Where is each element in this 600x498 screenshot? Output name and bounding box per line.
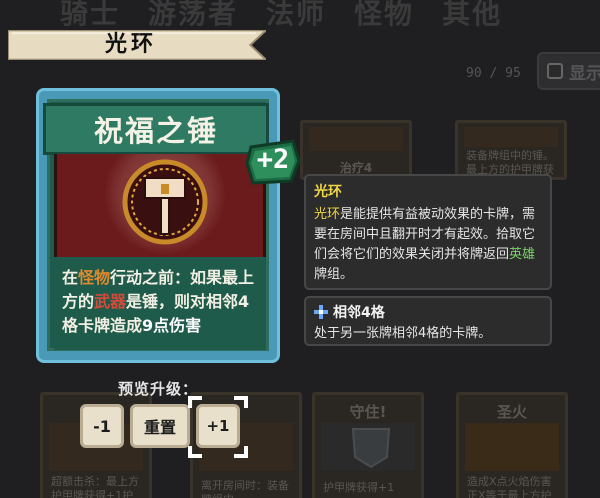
bg-card-desc: 超额击杀：最上方护甲牌获得+1护	[51, 475, 139, 498]
bg-card-desc: 造成X点火焰伤害正X等于最上方护甲牌	[467, 475, 552, 498]
tab-other[interactable]: 其他	[442, 0, 502, 30]
card-title-bar: 祝福之锤	[43, 103, 269, 155]
tab-knight[interactable]: 骑士	[60, 0, 120, 30]
tooltip-aura-title: 光环	[314, 184, 342, 200]
bg-card-holy-fire[interactable]: 圣火 造成X点火焰伤害正X等于最上方护甲牌	[456, 392, 568, 498]
bg-card-desc: 离开房间时：装备牌组中	[201, 479, 289, 498]
card-art	[54, 154, 266, 257]
tooltip-adjacent-body: 处于另一张牌相邻4格的卡牌。	[314, 326, 492, 341]
tooltip-adjacent-title: 相邻4格	[333, 305, 385, 321]
preview-upgrade-label: 预览升级：	[118, 380, 199, 398]
collection-counter: 90 / 95	[466, 66, 521, 81]
shield-icon	[351, 428, 391, 469]
plus-cross-icon	[314, 305, 328, 319]
keyword-weapon[interactable]: 武器	[94, 292, 126, 311]
tooltip-text: 牌组。	[314, 267, 354, 282]
tab-rogue[interactable]: 游荡者	[148, 0, 238, 30]
tooltip-adjacent: 相邻4格 处于另一张牌相邻4格的卡牌。	[304, 296, 552, 346]
selection-brackets	[188, 396, 248, 458]
upgrade-reset-button[interactable]: 重置	[130, 404, 190, 448]
tooltip-text: 是能提供有益被动效果的卡牌，需要在房间中且翻开时才有起效。拾取它们会将它们的效果…	[314, 207, 536, 262]
bg-card-heal[interactable]: 治疗4	[300, 120, 412, 180]
tab-mage[interactable]: 法师	[266, 0, 326, 30]
tab-monster[interactable]: 怪物	[354, 0, 414, 30]
show-toggle-label: 显示	[569, 63, 600, 84]
effect-text: 在	[62, 268, 79, 287]
show-toggle[interactable]: 显示	[537, 52, 600, 90]
keyword-monster[interactable]: 怪物	[78, 268, 110, 287]
bg-card-title: 守住!	[349, 403, 387, 421]
keyword-hero: 英雄	[509, 247, 536, 262]
hammer-emblem-icon	[122, 159, 208, 245]
card-effect-text: 在怪物行动之前：如果最上方的武器是锤，则对相邻4格卡牌造成9点伤害	[54, 260, 266, 350]
damage-amount: 9点伤害	[142, 316, 202, 335]
tooltip-aura: 光环 光环是能提供有益被动效果的卡牌，需要在房间中且翻开时才有起效。拾取它们会将…	[304, 174, 552, 290]
tooltip-aura-body: 光环是能提供有益被动效果的卡牌，需要在房间中且翻开时才有起效。拾取它们会将它们的…	[314, 205, 542, 285]
card-title: 祝福之锤	[93, 114, 218, 148]
upgrade-badge: +2	[245, 139, 301, 185]
show-checkbox[interactable]	[547, 63, 563, 79]
upgrade-badge-text: +2	[256, 144, 290, 175]
bg-card-hammer-equip[interactable]: 装备牌组中的锤。最上方的护甲牌获	[455, 120, 567, 180]
ribbon-label: 光环	[104, 32, 157, 57]
tooltip-adjacent-title-row: 相邻4格	[314, 302, 542, 322]
bg-card-desc: 装备牌组中的锤。最上方的护甲牌获	[466, 149, 554, 176]
bg-card-desc: 护甲牌获得+1	[323, 481, 395, 494]
bg-card-hold-on[interactable]: 守住! 护甲牌获得+1	[312, 392, 424, 498]
keyword-aura: 光环	[314, 207, 341, 222]
upgrade-minus-button[interactable]: -1	[80, 404, 124, 448]
category-tabs: 骑士 游荡者 法师 怪物 其他	[60, 0, 600, 30]
bg-card-title: 圣火	[496, 403, 527, 421]
